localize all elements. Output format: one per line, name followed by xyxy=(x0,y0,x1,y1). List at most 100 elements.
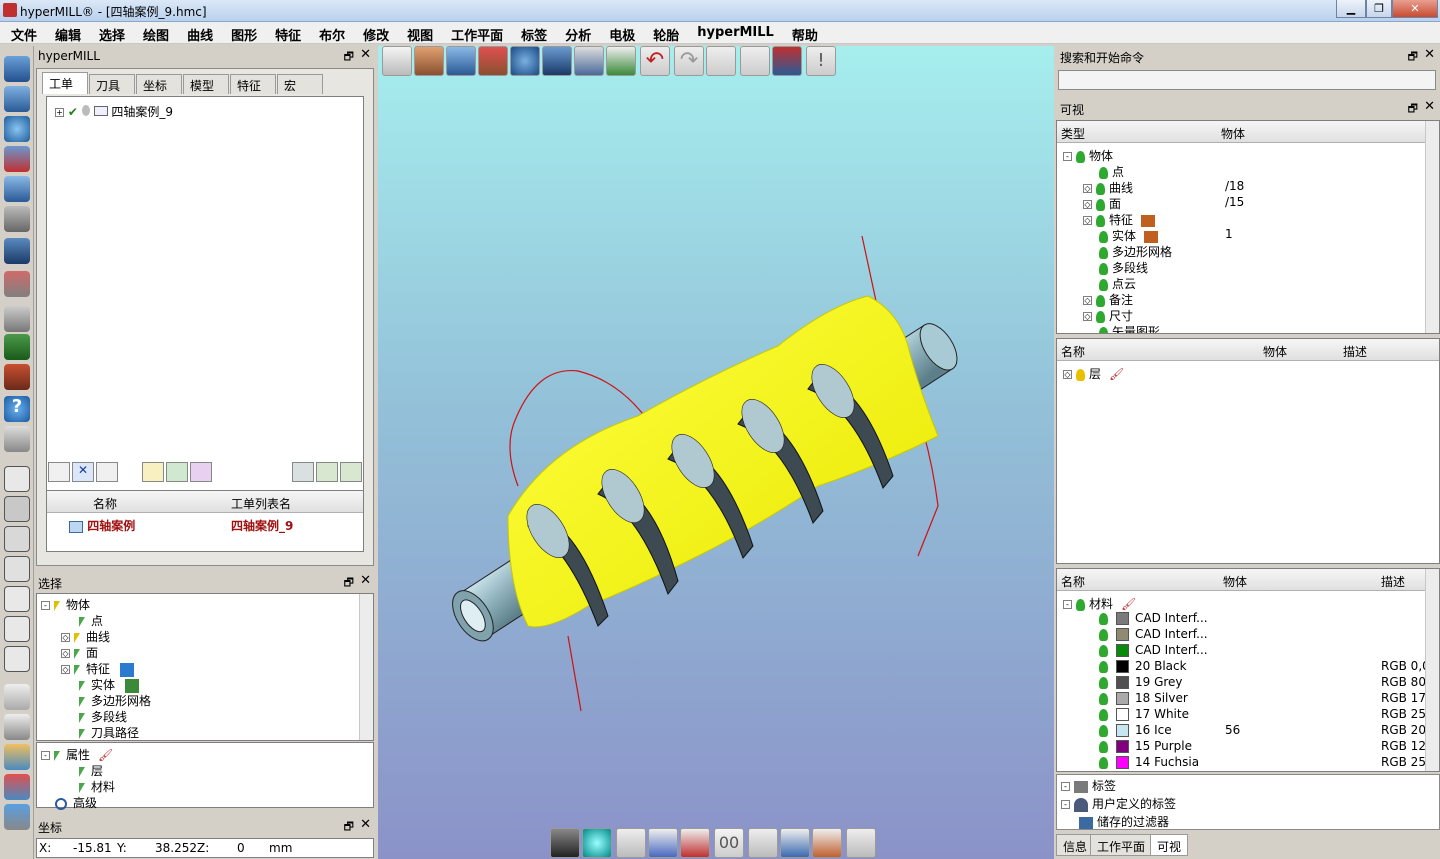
sphere-icon[interactable] xyxy=(582,828,612,858)
delete-icon[interactable]: ✕ xyxy=(72,462,94,482)
decimal-icon[interactable]: 00 xyxy=(714,828,744,858)
view-shade-icon[interactable] xyxy=(4,496,30,522)
select-item-solid[interactable]: 实体 xyxy=(61,676,140,693)
tree-item[interactable]: + ✔ 四轴案例_9 xyxy=(55,103,173,119)
pin-icon[interactable]: 🗗 xyxy=(1408,100,1418,119)
material-scrollbar[interactable] xyxy=(1425,569,1439,771)
user-tag-row[interactable]: - 用户定义的标签 xyxy=(1061,795,1176,812)
pin-icon[interactable]: 🗗 xyxy=(344,818,354,837)
probe-icon[interactable] xyxy=(748,828,778,858)
tab-frames[interactable]: 坐标 xyxy=(136,74,182,94)
col-object[interactable]: 物体 xyxy=(1223,573,1247,590)
menu-workplane[interactable]: 工作平面 xyxy=(440,22,510,44)
menu-electrode[interactable]: 电极 xyxy=(598,22,642,44)
material-row[interactable]: 18 Silver xyxy=(1083,691,1188,707)
layer-row[interactable]: ◇ 层 🖌 xyxy=(1063,365,1124,381)
close-icon[interactable]: ✕ xyxy=(360,817,371,832)
close-icon[interactable]: ✕ xyxy=(360,47,371,62)
feature-icon[interactable] xyxy=(4,146,30,172)
pin-icon[interactable]: 🗗 xyxy=(344,574,354,593)
material-row[interactable]: CAD Interf... xyxy=(1083,611,1208,627)
list-item[interactable]: 多段线 xyxy=(1083,259,1148,275)
col-description[interactable]: 描述 xyxy=(1381,573,1405,590)
cut-icon[interactable] xyxy=(4,206,30,232)
menu-shape[interactable]: 图形 xyxy=(220,22,264,44)
calc-icon[interactable] xyxy=(142,462,164,482)
menu-tire[interactable]: 轮胎 xyxy=(642,22,686,44)
select-item-polyline[interactable]: 多段线 xyxy=(61,708,127,724)
menu-select[interactable]: 选择 xyxy=(88,22,132,44)
list-item[interactable]: 多边形网格 xyxy=(1083,243,1172,259)
close-icon[interactable]: ✕ xyxy=(360,573,371,588)
col-object[interactable]: 物体 xyxy=(1221,125,1245,142)
list-item[interactable]: 点 xyxy=(1083,163,1124,179)
shaded-mode-icon[interactable] xyxy=(550,828,580,858)
list-item[interactable]: ◇ 曲线 xyxy=(1083,179,1133,195)
pencil-icon[interactable] xyxy=(4,306,30,332)
tab-info[interactable]: 信息 xyxy=(1056,834,1095,856)
camera-icon[interactable] xyxy=(4,804,30,830)
material-root[interactable]: - 材料 🖌 xyxy=(1063,595,1136,611)
minimize-button[interactable]: ▁ xyxy=(1336,0,1366,18)
select-item-attributes[interactable]: - 属性 🖌 xyxy=(41,746,113,762)
edit-curve-icon[interactable] xyxy=(616,828,646,858)
tab-workplane[interactable]: 工作平面 xyxy=(1090,834,1153,856)
pin-icon[interactable]: 🗗 xyxy=(1408,48,1418,67)
grid-icon[interactable] xyxy=(4,334,30,360)
pin-icon[interactable]: 🗗 xyxy=(344,48,354,67)
postprocess-icon[interactable] xyxy=(190,462,212,482)
new-job-icon[interactable] xyxy=(48,462,70,482)
col-description[interactable]: 描述 xyxy=(1343,343,1367,360)
col-object[interactable]: 物体 xyxy=(1263,343,1287,360)
col-joblist[interactable]: 工单列表名 xyxy=(231,495,291,512)
menu-feature[interactable]: 特征 xyxy=(264,22,308,44)
select-item-face[interactable]: ◇ 面 xyxy=(61,644,98,660)
list-item[interactable]: ◇ 尺寸 xyxy=(1083,307,1133,323)
menu-edit[interactable]: 编辑 xyxy=(44,22,88,44)
view-iso-icon[interactable] xyxy=(4,526,30,552)
close-icon[interactable]: ✕ xyxy=(1424,99,1435,114)
list-item[interactable]: 点云 xyxy=(1083,275,1136,291)
light-icon[interactable] xyxy=(4,744,30,770)
render-icon[interactable] xyxy=(4,774,30,800)
material-row[interactable]: 15 Purple xyxy=(1083,739,1192,755)
col-type[interactable]: 类型 xyxy=(1061,125,1085,142)
menu-boolean[interactable]: 布尔 xyxy=(308,22,352,44)
import-icon[interactable] xyxy=(340,462,362,482)
undo-icon[interactable] xyxy=(4,176,30,202)
menu-view[interactable]: 视图 xyxy=(396,22,440,44)
select-item-advanced[interactable]: 高级 xyxy=(41,794,97,810)
help-icon[interactable]: ? xyxy=(4,396,30,422)
close-icon[interactable]: ✕ xyxy=(1424,47,1435,62)
view-top-icon[interactable] xyxy=(4,586,30,612)
export-icon[interactable] xyxy=(316,462,338,482)
box-icon[interactable] xyxy=(4,271,30,297)
select-item-point[interactable]: 点 xyxy=(61,612,103,628)
machine-icon[interactable] xyxy=(4,364,30,390)
3d-viewport[interactable]: ↶ ↷ ! 00 xyxy=(378,46,1054,859)
brush-icon[interactable] xyxy=(648,828,678,858)
menu-analysis[interactable]: 分析 xyxy=(554,22,598,44)
tab-macros[interactable]: 宏 xyxy=(277,74,323,94)
menu-file[interactable]: 文件 xyxy=(0,22,44,44)
select-item-layer[interactable]: 层 xyxy=(61,762,103,778)
pen-icon[interactable] xyxy=(812,828,842,858)
list-item[interactable]: ◇ 备注 xyxy=(1083,291,1133,307)
tab-features[interactable]: 特征 xyxy=(230,74,276,94)
view-persp-icon[interactable] xyxy=(4,646,30,672)
maximize-button[interactable]: ❐ xyxy=(1366,0,1392,18)
material-row[interactable]: 16 Ice xyxy=(1083,723,1172,739)
pin-tool-icon[interactable] xyxy=(680,828,710,858)
layers-icon[interactable] xyxy=(4,56,30,82)
db-icon[interactable] xyxy=(292,462,314,482)
select-item-curve[interactable]: ◇ 曲线 xyxy=(61,628,110,644)
material-row[interactable]: 14 Fuchsia xyxy=(1083,755,1199,771)
select-scrollbar[interactable] xyxy=(359,594,373,740)
list-item[interactable]: 四轴案例 xyxy=(69,517,135,533)
view-front-icon[interactable] xyxy=(4,556,30,582)
measure-icon[interactable] xyxy=(4,684,30,710)
boot-icon[interactable] xyxy=(4,238,30,264)
expand-icon[interactable]: + xyxy=(55,108,64,117)
select-item-object[interactable]: - 物体 xyxy=(41,596,90,612)
menu-help[interactable]: 帮助 xyxy=(781,22,825,44)
